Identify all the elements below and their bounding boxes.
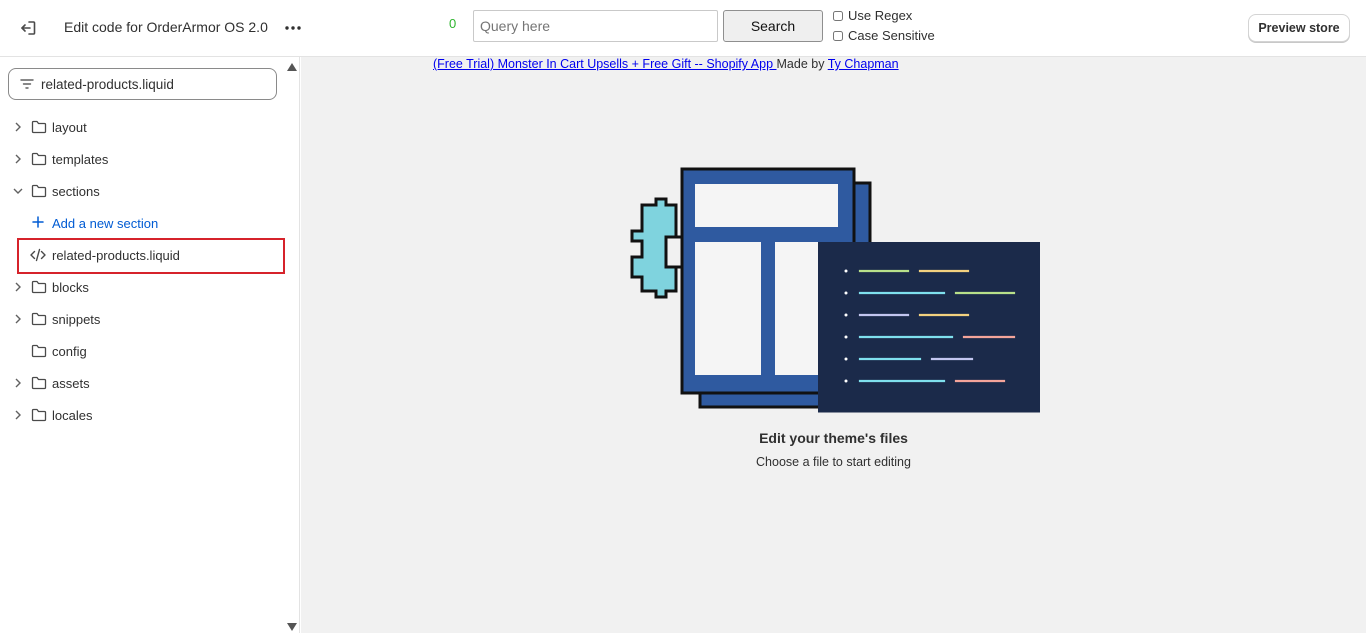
tree-folder-sections[interactable]: sections	[0, 175, 286, 207]
folder-icon	[31, 119, 47, 135]
scroll-down-arrow[interactable]	[286, 619, 298, 631]
tree-folder-templates[interactable]: templates	[0, 143, 286, 175]
tree-label: related-products.liquid	[52, 248, 180, 263]
case-sensitive-option[interactable]: Case Sensitive	[833, 28, 935, 43]
search-button[interactable]: Search	[723, 10, 823, 42]
tree-label: sections	[52, 184, 100, 199]
preview-store-button[interactable]: Preview store	[1248, 14, 1350, 42]
empty-state-subtitle: Choose a file to start editing	[756, 455, 911, 469]
tree-label: templates	[52, 152, 109, 167]
match-count: 0	[449, 16, 457, 31]
exit-icon	[21, 21, 36, 35]
tree-folder-config[interactable]: config	[0, 335, 286, 367]
file-tree: layout templates sections Add a new sect…	[0, 111, 286, 431]
promo-link[interactable]: (Free Trial) Monster In Cart Upsells + F…	[433, 57, 777, 71]
use-regex-label: Use Regex	[848, 8, 913, 23]
tree-label: assets	[52, 376, 90, 391]
file-filter-input[interactable]	[41, 76, 261, 92]
tree-folder-assets[interactable]: assets	[0, 367, 286, 399]
folder-icon	[31, 375, 47, 391]
promo-banner: (Free Trial) Monster In Cart Upsells + F…	[433, 57, 899, 71]
file-filter[interactable]	[8, 68, 277, 100]
tree-folder-layout[interactable]: layout	[0, 111, 286, 143]
chevron-right-icon[interactable]	[12, 409, 24, 421]
file-sidebar: layout templates sections Add a new sect…	[0, 57, 300, 633]
folder-icon	[31, 311, 47, 327]
tree-label: blocks	[52, 280, 89, 295]
folder-icon	[31, 407, 47, 423]
tree-label: config	[52, 344, 87, 359]
chevron-right-icon[interactable]	[12, 153, 24, 165]
use-regex-option[interactable]: Use Regex	[833, 8, 912, 23]
tree-label: layout	[52, 120, 87, 135]
tree-folder-snippets[interactable]: snippets	[0, 303, 286, 335]
exit-button[interactable]	[14, 14, 42, 42]
folder-icon	[31, 279, 47, 295]
tree-label: snippets	[52, 312, 101, 327]
code-icon	[30, 248, 46, 262]
promo-author-link[interactable]: Ty Chapman	[828, 57, 899, 71]
query-input[interactable]	[473, 10, 718, 42]
more-actions-button[interactable]	[280, 14, 306, 42]
use-regex-checkbox[interactable]	[833, 10, 843, 21]
scroll-up-arrow[interactable]	[286, 59, 298, 71]
tree-label: locales	[52, 408, 93, 423]
chevron-down-icon[interactable]	[12, 185, 24, 197]
chevron-right-icon[interactable]	[12, 121, 24, 133]
chevron-right-icon[interactable]	[12, 281, 24, 293]
add-section-label: Add a new section	[52, 216, 159, 231]
add-section-link[interactable]: Add a new section	[0, 207, 286, 239]
folder-icon	[31, 183, 47, 199]
tree-folder-blocks[interactable]: blocks	[0, 271, 286, 303]
gear-icon	[630, 197, 684, 299]
folder-icon	[31, 151, 47, 167]
more-horizontal-icon	[285, 26, 301, 30]
top-bar: Edit code for OrderArmor OS 2.0 0 Search…	[0, 0, 1366, 57]
theme-files-illustration	[630, 167, 1040, 413]
chevron-right-icon[interactable]	[12, 377, 24, 389]
chevron-right-icon[interactable]	[12, 313, 24, 325]
tree-folder-locales[interactable]: locales	[0, 399, 286, 431]
plus-icon	[32, 216, 44, 228]
case-sensitive-label: Case Sensitive	[848, 28, 935, 43]
page-title: Edit code for OrderArmor OS 2.0	[64, 19, 268, 35]
filter-icon	[19, 76, 35, 92]
promo-made-by: Made by	[776, 57, 828, 71]
folder-icon	[31, 343, 47, 359]
empty-state-title: Edit your theme's files	[759, 430, 908, 446]
editor-area: (Free Trial) Monster In Cart Upsells + F…	[301, 57, 1366, 633]
tree-file-related-products[interactable]: related-products.liquid	[0, 239, 286, 271]
case-sensitive-checkbox[interactable]	[833, 30, 843, 41]
